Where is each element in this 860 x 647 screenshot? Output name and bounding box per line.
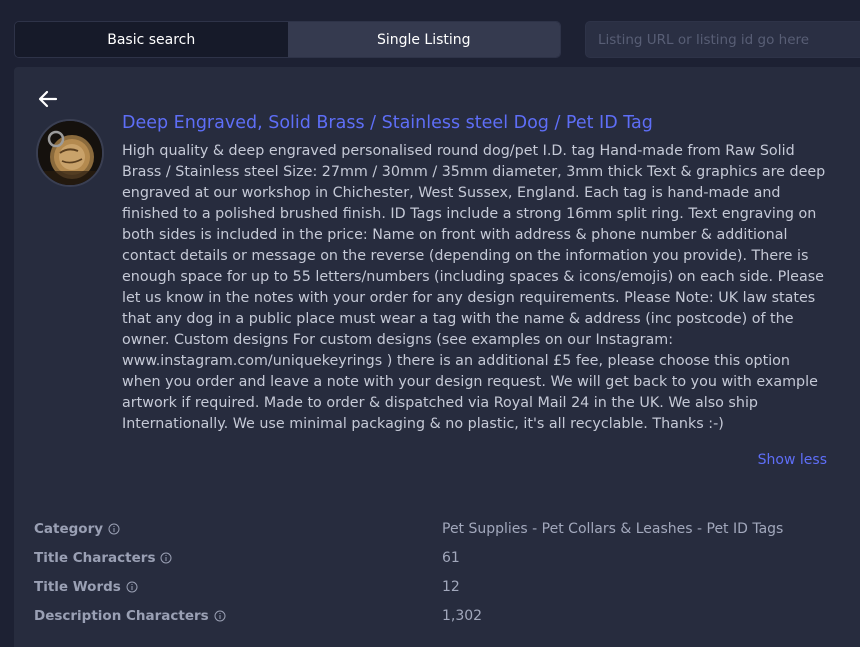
stat-row-description-characters: Description Characters 1,302 [34,604,834,633]
stat-value-title-words: 12 [442,579,460,595]
listing-thumbnail [36,119,104,187]
stat-row-category: Category Pet Supplies - Pet Collars & Le… [34,517,834,546]
listing-url-input[interactable] [585,21,860,58]
listing-stats: Category Pet Supplies - Pet Collars & Le… [34,517,834,633]
search-mode-tabs: Basic search Single Listing [14,21,561,58]
tab-basic-search[interactable]: Basic search [15,22,288,57]
info-icon[interactable] [160,552,172,564]
info-icon[interactable] [214,610,226,622]
stat-row-title-words: Title Words 12 [34,575,834,604]
stat-value-title-characters: 61 [442,550,460,566]
stat-label-title-characters: Title Characters [34,550,156,566]
stat-row-title-characters: Title Characters 61 [34,546,834,575]
stat-value-category: Pet Supplies - Pet Collars & Leashes - P… [442,521,784,537]
tab-single-listing[interactable]: Single Listing [287,22,560,57]
stat-label-category: Category [34,521,104,537]
pet-tag-thumbnail-icon [38,121,102,185]
stat-value-description-characters: 1,302 [442,608,483,624]
back-arrow-icon[interactable] [36,87,60,111]
info-icon[interactable] [126,581,138,593]
stat-label-title-words: Title Words [34,579,121,595]
show-less-link[interactable]: Show less [758,452,827,468]
listing-card: Deep Engraved, Solid Brass / Stainless s… [14,67,860,647]
listing-title[interactable]: Deep Engraved, Solid Brass / Stainless s… [122,113,842,133]
stat-label-description-characters: Description Characters [34,608,209,624]
listing-description: High quality & deep engraved personalise… [122,143,826,432]
info-icon[interactable] [108,523,120,535]
